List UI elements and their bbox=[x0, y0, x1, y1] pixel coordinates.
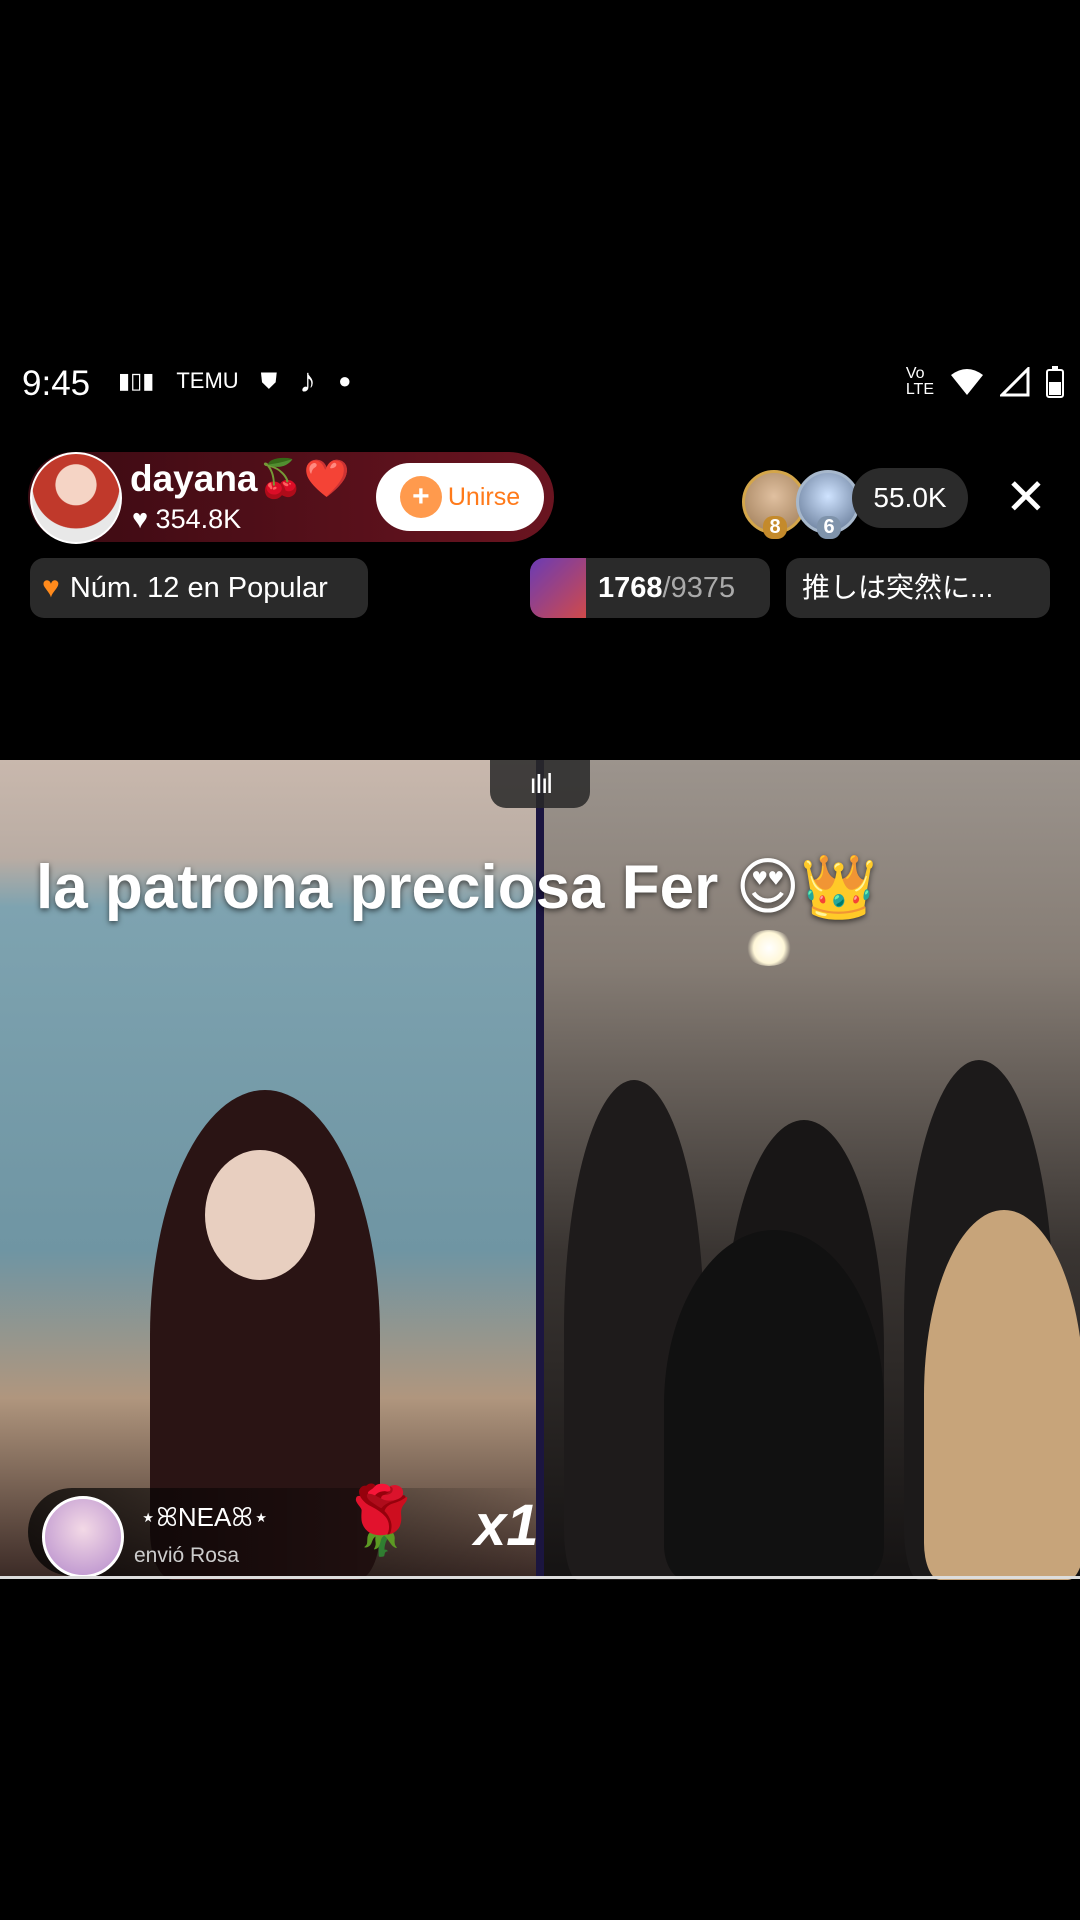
heart-plus-icon: + bbox=[399, 476, 442, 518]
signal-icon bbox=[1000, 367, 1030, 397]
heart-icon: ♥ bbox=[132, 504, 149, 534]
audio-bars-tab[interactable]: ıIıl bbox=[490, 760, 590, 808]
tiktok-icon: ♪ bbox=[299, 362, 317, 400]
status-bar: 9:45 ▮▯▮ TEMU ⛊ ♪ ● Vo LTE bbox=[0, 356, 1080, 416]
join-label: Unirse bbox=[447, 482, 521, 511]
video-bottom-border bbox=[0, 1576, 1080, 1579]
status-time: 9:45 bbox=[22, 364, 91, 403]
goal-pill[interactable]: 1768 / 9375 bbox=[530, 558, 770, 618]
viewer-rank-badge: 6 bbox=[817, 516, 841, 539]
streamer-face bbox=[205, 1150, 315, 1280]
group-figure bbox=[664, 1230, 884, 1580]
rose-icon: 🌹 bbox=[340, 1483, 423, 1557]
shield-icon: ⛊ bbox=[260, 368, 278, 393]
live-video-area[interactable]: ıIıl la patrona preciosa Fer 😍👑 bbox=[0, 760, 1080, 1580]
gift-sender-name: ⋆ꕤNEAꕤ⋆ bbox=[140, 1502, 270, 1532]
goal-gift-icon bbox=[530, 558, 586, 618]
host-likes-value: 354.8K bbox=[155, 504, 242, 534]
close-icon[interactable]: ✕ bbox=[1005, 472, 1047, 522]
host-card[interactable]: dayana🍒❤️ ♥ 354.8K + Unirse bbox=[28, 452, 554, 544]
ranking-label: Núm. 12 en Popular bbox=[69, 571, 328, 604]
volte-icon: Vo LTE bbox=[905, 365, 934, 398]
group-figure bbox=[924, 1210, 1080, 1580]
top-viewer-avatar[interactable]: 6 bbox=[796, 470, 860, 539]
goal-separator: / bbox=[662, 571, 671, 604]
host-name: dayana🍒❤️ bbox=[130, 458, 350, 499]
ranking-pill[interactable]: ♥ Núm. 12 en Popular bbox=[30, 558, 368, 618]
equalizer-icon: ▮▯▮ bbox=[118, 368, 155, 393]
topic-pill[interactable]: 推しは突然に... bbox=[786, 558, 1050, 618]
gift-action: envió Rosa bbox=[134, 1544, 240, 1567]
ceiling-lamp bbox=[744, 930, 794, 966]
orange-heart-icon: ♥ bbox=[42, 571, 60, 604]
gift-notification: ⋆ꕤNEAꕤ⋆ envió Rosa 🌹 x1 bbox=[28, 1483, 548, 1578]
join-button[interactable]: + Unirse bbox=[376, 463, 544, 531]
wifi-icon bbox=[951, 369, 983, 395]
gift-count: x1 bbox=[474, 1493, 539, 1558]
temu-icon: TEMU bbox=[176, 368, 239, 393]
goal-total: 9375 bbox=[670, 571, 736, 604]
viewer-count[interactable]: 55.0K bbox=[852, 468, 968, 528]
viewer-rank-badge: 8 bbox=[763, 516, 787, 539]
battery-icon bbox=[1046, 366, 1064, 398]
goal-current: 1768 bbox=[598, 571, 663, 604]
host-likes: ♥ 354.8K bbox=[132, 504, 241, 535]
gift-sender-avatar[interactable] bbox=[42, 1496, 124, 1578]
stage-caption: la patrona preciosa Fer 😍👑 bbox=[36, 853, 878, 922]
host-avatar[interactable] bbox=[30, 452, 122, 544]
dot-icon: ● bbox=[338, 368, 352, 393]
